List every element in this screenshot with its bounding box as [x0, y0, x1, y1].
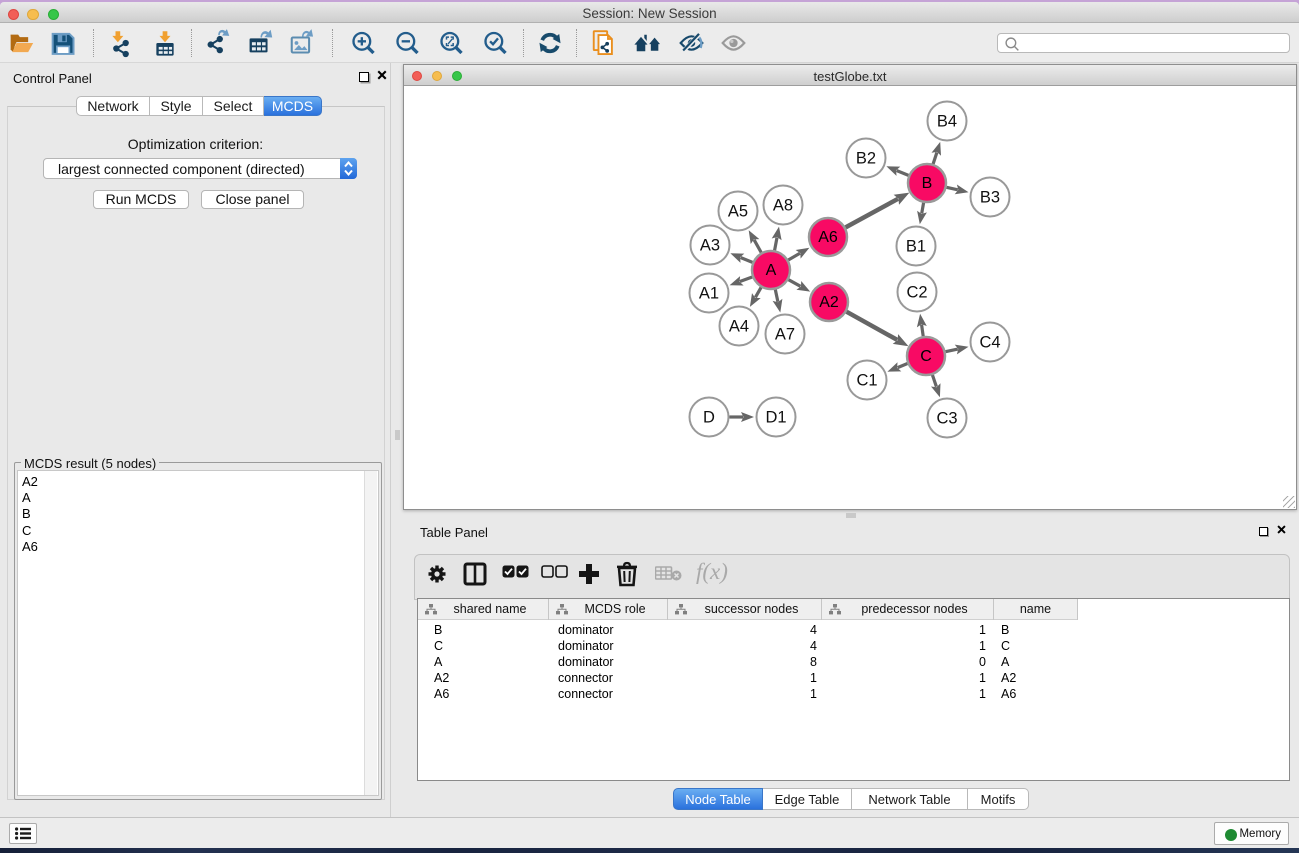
svg-text:B1: B1	[906, 238, 926, 256]
svg-text:A1: A1	[699, 285, 719, 303]
svg-text:A: A	[766, 262, 777, 279]
svg-text:C2: C2	[906, 284, 927, 302]
svg-text:B4: B4	[937, 113, 957, 131]
svg-text:A2: A2	[819, 294, 839, 311]
svg-text:A8: A8	[773, 197, 793, 215]
svg-text:B: B	[922, 175, 933, 192]
svg-text:B2: B2	[856, 150, 876, 168]
svg-text:C3: C3	[936, 410, 957, 428]
svg-text:D: D	[703, 409, 715, 427]
svg-text:A6: A6	[818, 229, 838, 246]
svg-text:A3: A3	[700, 237, 720, 255]
svg-text:D1: D1	[765, 409, 786, 427]
svg-text:A5: A5	[728, 203, 748, 221]
svg-text:C: C	[920, 348, 932, 365]
svg-text:A7: A7	[775, 326, 795, 344]
svg-text:C1: C1	[856, 372, 877, 390]
svg-text:C4: C4	[979, 334, 1000, 352]
svg-text:A4: A4	[729, 318, 749, 336]
svg-text:B3: B3	[980, 189, 1000, 207]
